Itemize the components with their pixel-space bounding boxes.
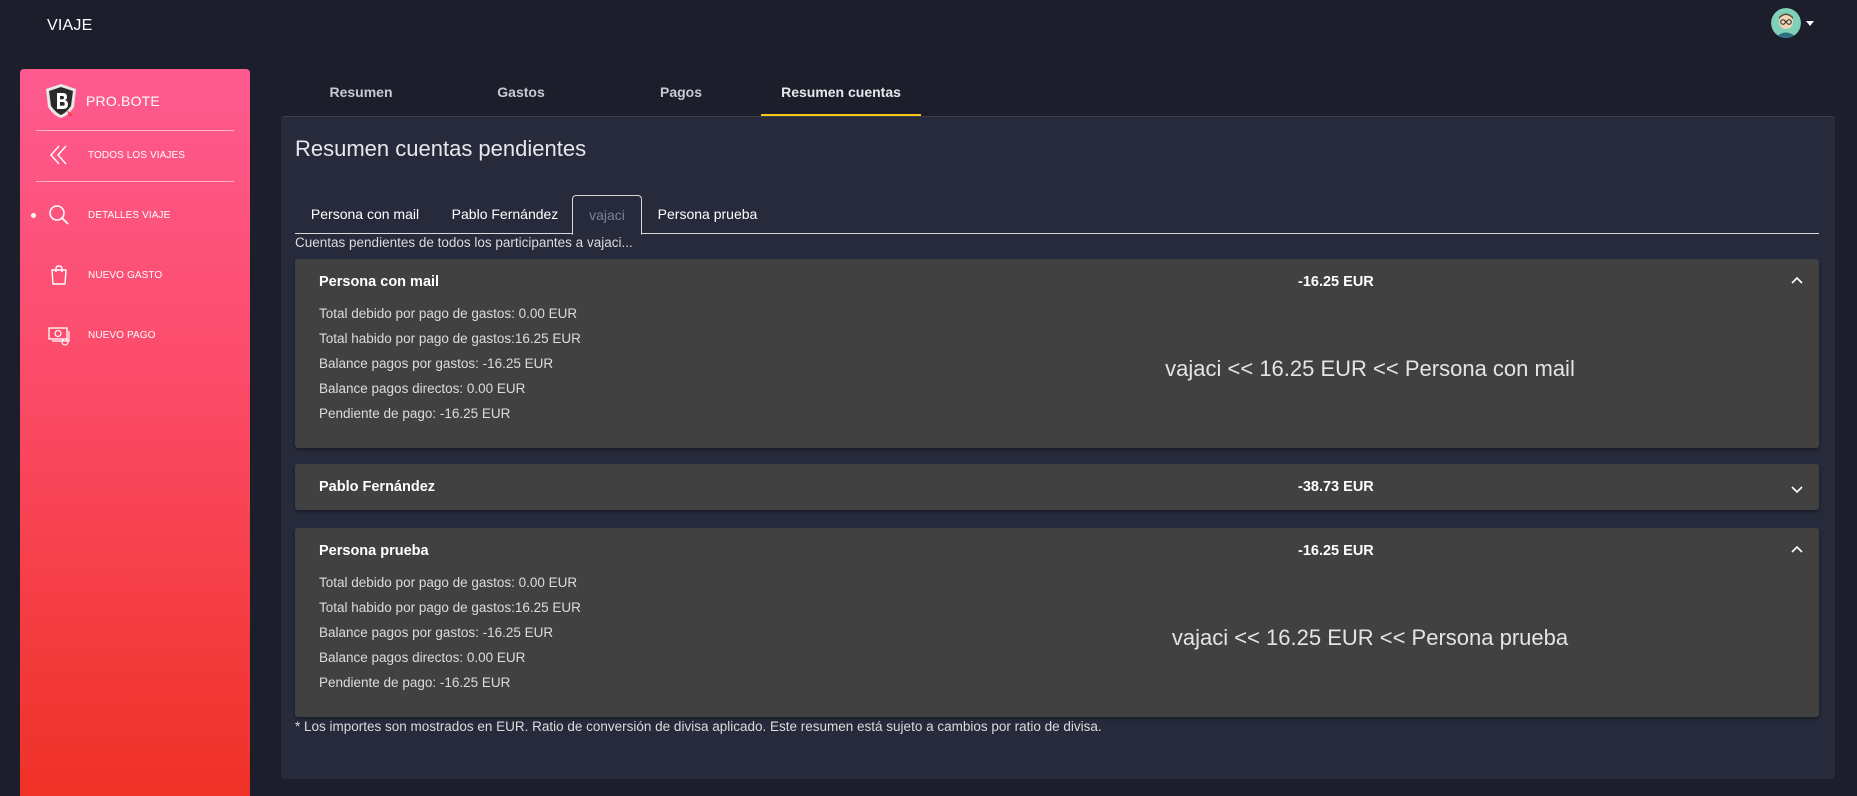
- search-icon: [49, 205, 69, 225]
- person-name: Persona prueba: [319, 543, 429, 559]
- payment-flow: vajaci << 16.25 EUR << Persona con mail: [1165, 356, 1575, 381]
- active-indicator: [31, 213, 36, 218]
- card-header[interactable]: Pablo Fernández -38.73 EUR: [295, 464, 1819, 510]
- account-card: Persona con mail -16.25 EUR Total debido…: [295, 259, 1819, 448]
- person-name: Pablo Fernández: [319, 479, 436, 495]
- panel-subtitle: Cuentas pendientes de todos los particip…: [295, 235, 633, 250]
- tab-gastos[interactable]: Gastos: [441, 70, 601, 116]
- sidebar-item-nuevo-gasto[interactable]: NUEVO GASTO: [20, 255, 250, 295]
- sidebar-divider: [36, 130, 234, 131]
- app-title: VIAJE: [47, 17, 93, 34]
- footnote: * Los importes son mostrados en EUR. Rat…: [295, 719, 1102, 734]
- pending-amount: -16.25 EUR: [1298, 543, 1374, 559]
- detail-line: Pendiente de pago: -16.25 EUR: [319, 406, 511, 421]
- detail-line: Total habido por pago de gastos:16.25 EU…: [319, 600, 581, 615]
- subtab-persona-prueba[interactable]: Persona prueba: [640, 195, 775, 233]
- page-title: Resumen cuentas pendientes: [295, 136, 587, 161]
- brand[interactable]: PRO.BOTE: [44, 81, 160, 121]
- detail-line: Balance pagos directos: 0.00 EUR: [319, 381, 526, 396]
- double-chevron-left-icon: [50, 145, 67, 165]
- brand-name: PRO.BOTE: [86, 93, 160, 109]
- payment-flow: vajaci << 16.25 EUR << Persona prueba: [1171, 625, 1569, 650]
- sidebar-item-nuevo-pago[interactable]: NUEVO PAGO: [20, 315, 250, 355]
- sidebar: PRO.BOTE TODOS LOS VIAJES DETALLES VIAJE…: [20, 69, 250, 796]
- detail-line: Balance pagos directos: 0.00 EUR: [319, 650, 526, 665]
- top-bar: VIAJE: [0, 0, 1857, 54]
- sidebar-item-label: TODOS LOS VIAJES: [88, 149, 186, 161]
- subtab-persona-con-mail[interactable]: Persona con mail: [295, 195, 435, 233]
- tab-resumen-cuentas[interactable]: Resumen cuentas: [761, 70, 921, 116]
- sidebar-item-detalles-viaje[interactable]: DETALLES VIAJE: [20, 195, 250, 235]
- sidebar-item-todos-los-viajes[interactable]: TODOS LOS VIAJES: [20, 135, 250, 175]
- account-card: Persona prueba -16.25 EUR Total debido p…: [295, 528, 1819, 717]
- chevron-up-icon[interactable]: [1789, 273, 1805, 289]
- sidebar-item-label: DETALLES VIAJE: [88, 209, 171, 221]
- summary-panel: Resumen cuentas pendientes Persona con m…: [281, 116, 1835, 779]
- avatar[interactable]: [1771, 8, 1801, 38]
- card-header[interactable]: Persona con mail -16.25 EUR: [295, 259, 1819, 305]
- tab-pagos[interactable]: Pagos: [601, 70, 761, 116]
- chevron-down-icon[interactable]: [1789, 481, 1805, 497]
- money-icon: [48, 327, 70, 346]
- chevron-up-icon[interactable]: [1789, 542, 1805, 558]
- subtab-pablo-fernandez[interactable]: Pablo Fernández: [435, 195, 575, 233]
- sidebar-divider: [36, 181, 234, 182]
- subtab-vajaci[interactable]: vajaci: [572, 195, 642, 235]
- detail-line: Total habido por pago de gastos:16.25 EU…: [319, 331, 581, 346]
- detail-line: Total debido por pago de gastos: 0.00 EU…: [319, 575, 578, 590]
- detail-line: Pendiente de pago: -16.25 EUR: [319, 675, 511, 690]
- sidebar-item-label: NUEVO PAGO: [88, 329, 156, 341]
- detail-line: Total debido por pago de gastos: 0.00 EU…: [319, 306, 578, 321]
- logo-icon: [46, 84, 76, 118]
- person-tabs: Persona con mail Pablo Fernández vajaci …: [295, 195, 1819, 235]
- user-menu[interactable]: [1771, 8, 1821, 38]
- card-header[interactable]: Persona prueba -16.25 EUR: [295, 528, 1819, 574]
- sidebar-item-label: NUEVO GASTO: [88, 269, 163, 281]
- tab-resumen[interactable]: Resumen: [281, 70, 441, 116]
- caret-down-icon[interactable]: [1806, 20, 1814, 26]
- account-card: Pablo Fernández -38.73 EUR: [295, 464, 1819, 510]
- person-name: Persona con mail: [319, 274, 440, 290]
- pending-amount: -16.25 EUR: [1298, 274, 1374, 290]
- pending-amount: -38.73 EUR: [1298, 479, 1374, 495]
- shopping-bag-icon: [51, 265, 67, 285]
